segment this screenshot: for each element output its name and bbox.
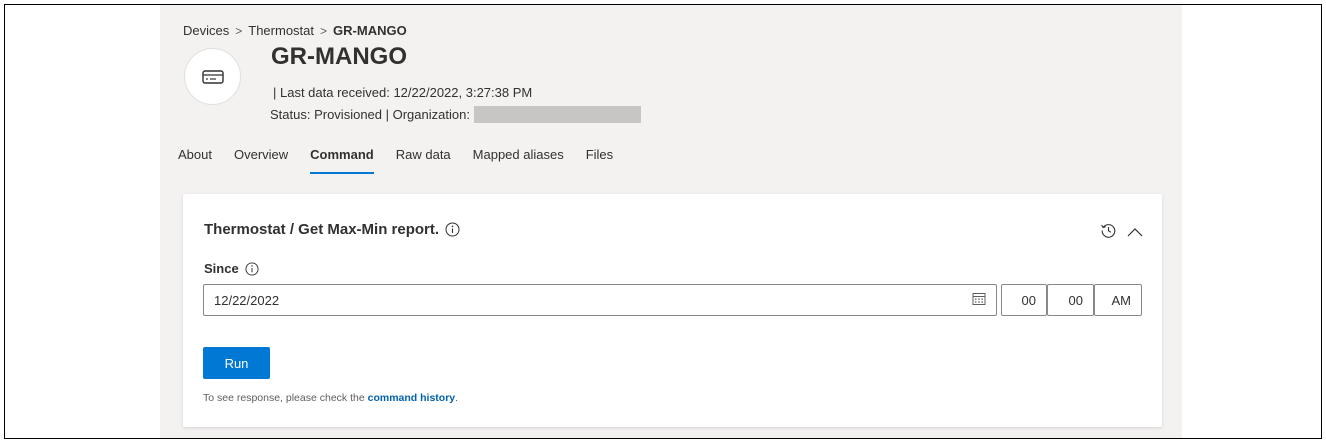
calendar-icon[interactable] xyxy=(972,292,986,309)
since-date-value: 12/22/2022 xyxy=(214,292,280,308)
since-date-input[interactable]: 12/22/2022 xyxy=(203,284,997,316)
window-frame: Devices > Thermostat > GR-MANGO GR-MANGO… xyxy=(4,4,1322,439)
hour-value: 00 xyxy=(1021,292,1036,308)
tab-mapped-aliases[interactable]: Mapped aliases xyxy=(464,147,573,170)
hint-text: To see response, please check the xyxy=(203,392,368,404)
tab-files[interactable]: Files xyxy=(577,147,622,170)
device-page: Devices > Thermostat > GR-MANGO GR-MANGO… xyxy=(160,5,1182,438)
tab-raw-data[interactable]: Raw data xyxy=(387,147,460,170)
command-history-link[interactable]: command history xyxy=(368,392,456,404)
run-button[interactable]: Run xyxy=(203,347,270,379)
breadcrumb-separator-icon: > xyxy=(320,23,328,38)
minute-value: 00 xyxy=(1068,292,1083,308)
command-title-row: Thermostat / Get Max-Min report. xyxy=(204,221,460,238)
ampm-select[interactable]: AM xyxy=(1094,284,1142,316)
tab-command[interactable]: Command xyxy=(301,147,383,174)
organization-redacted xyxy=(473,106,641,123)
minute-input[interactable]: 00 xyxy=(1047,284,1094,316)
hint-suffix: . xyxy=(455,392,459,404)
status-text: Status: Provisioned | Organization: xyxy=(270,107,470,122)
info-icon[interactable] xyxy=(445,222,460,237)
since-label: Since xyxy=(204,261,239,276)
last-data-received: | Last data received: 12/22/2022, 3:27:3… xyxy=(273,85,533,100)
command-card: Thermostat / Get Max-Min report. Since 1… xyxy=(183,194,1162,427)
status-line: Status: Provisioned | Organization: xyxy=(270,106,641,123)
chevron-up-icon[interactable] xyxy=(1127,224,1143,242)
info-icon[interactable] xyxy=(245,261,259,276)
device-title: GR-MANGO xyxy=(271,43,407,70)
device-avatar xyxy=(184,48,241,105)
card-actions xyxy=(1100,222,1143,244)
tab-overview[interactable]: Overview xyxy=(225,147,297,170)
device-icon xyxy=(201,69,224,84)
ampm-value: AM xyxy=(1111,292,1132,308)
breadcrumb-thermostat[interactable]: Thermostat xyxy=(248,23,314,38)
breadcrumb-separator-icon: > xyxy=(235,23,243,38)
breadcrumb: Devices > Thermostat > GR-MANGO xyxy=(183,23,407,38)
breadcrumb-current: GR-MANGO xyxy=(333,23,407,38)
breadcrumb-devices[interactable]: Devices xyxy=(183,23,229,38)
tab-about[interactable]: About xyxy=(169,147,221,170)
command-title: Thermostat / Get Max-Min report. xyxy=(204,221,440,238)
hour-input[interactable]: 00 xyxy=(1001,284,1047,316)
tab-bar: About Overview Command Raw data Mapped a… xyxy=(169,147,626,174)
response-hint: To see response, please check the comman… xyxy=(203,392,458,404)
history-icon[interactable] xyxy=(1100,222,1117,244)
since-label-row: Since xyxy=(204,261,259,276)
